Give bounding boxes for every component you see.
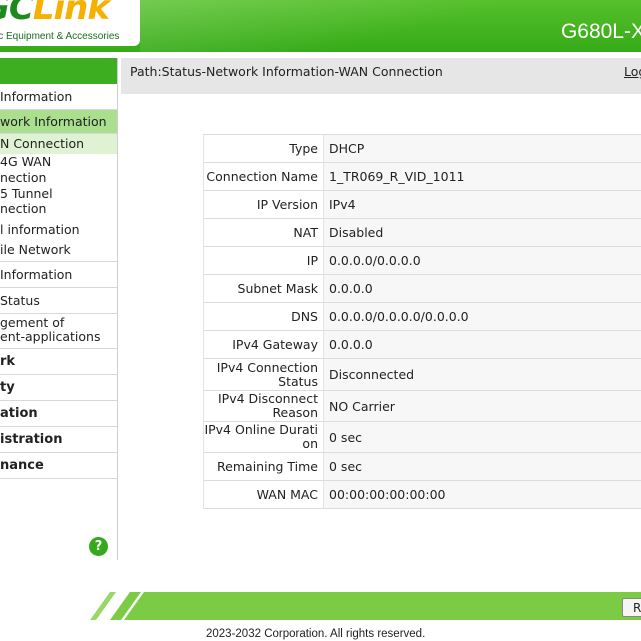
table-row: IPv4 Connection Status Disconnected (203, 358, 641, 391)
row-value-ipv4-gateway: 0.0.0.0 (323, 330, 641, 359)
row-key-ipv4-connection-status: IPv4 Connection Status (203, 358, 324, 391)
logout-link[interactable]: Log (624, 64, 641, 79)
row-value-remaining-time: 0 sec (323, 452, 641, 481)
row-value-connection-name: 1_TR069_R_VID_1011 (323, 162, 641, 191)
copyright-text: 2023-2032 Corporation. All rights reserv… (206, 628, 426, 640)
sidebar-item-management-line2[interactable]: ent-applications (0, 330, 117, 349)
brand-logo-text: GCLink (0, 0, 110, 28)
refresh-button[interactable]: R (622, 598, 641, 617)
table-row: Subnet Mask 0.0.0.0 (203, 274, 641, 303)
sidebar-item-4g-wan-connection-line1[interactable]: 4G WAN (0, 154, 117, 170)
sidebar-item-pon-information[interactable]: l information (0, 219, 117, 240)
sidebar-item-administration[interactable]: istration (0, 427, 117, 453)
sidebar-item-application[interactable]: ation (0, 401, 117, 427)
row-value-ipv4-online-duration: 0 sec (323, 421, 641, 453)
row-value-ipv4-disconnect-reason: NO Carrier (323, 390, 641, 422)
table-row: WAN MAC 00:00:00:00:00:00 (203, 480, 641, 509)
sidebar-menu: Information work Information N Connectio… (0, 58, 118, 560)
table-row: IP Version IPv4 (203, 190, 641, 219)
row-value-type: DHCP (323, 134, 641, 163)
table-row: IPv4 Disconnect Reason NO Carrier (203, 390, 641, 422)
wan-connection-table: Type DHCP Connection Name 1_TR069_R_VID_10… (203, 134, 641, 509)
row-key-remaining-time: Remaining Time (203, 452, 324, 481)
table-row: Connection Name 1_TR069_R_VID_1011 (203, 162, 641, 191)
sidebar-item-tunnel-connection-line1[interactable]: 5 Tunnel (0, 186, 117, 201)
sidebar-item-4g-wan-connection-line2[interactable]: nection (0, 170, 117, 186)
table-row: IP 0.0.0.0/0.0.0.0 (203, 246, 641, 275)
table-row: DNS 0.0.0.0/0.0.0.0/0.0.0.0 (203, 302, 641, 331)
brand-logo: GCLink ic Equipment & Accessories (0, 0, 140, 46)
device-model: G680L-X (560, 20, 641, 43)
sidebar-item-network-information[interactable]: work Information (0, 110, 117, 134)
row-key-wan-mac: WAN MAC (203, 480, 324, 509)
row-value-subnet-mask: 0.0.0.0 (323, 274, 641, 303)
help-icon[interactable]: ? (89, 537, 108, 556)
row-key-connection-name: Connection Name (203, 162, 324, 191)
sidebar-item-maintenance[interactable]: nance (0, 453, 117, 479)
row-value-ip: 0.0.0.0/0.0.0.0 (323, 246, 641, 275)
row-key-nat: NAT (203, 218, 324, 247)
header-banner: GCLink ic Equipment & Accessories G680L-… (0, 0, 641, 52)
sidebar-item-voip-status[interactable]: Status (0, 288, 117, 314)
row-value-ip-version: IPv4 (323, 190, 641, 219)
row-value-wan-mac: 00:00:00:00:00:00 (323, 480, 641, 509)
brand-tagline: ic Equipment & Accessories (0, 31, 120, 42)
footer-stripes (90, 592, 641, 620)
sidebar-header-status[interactable] (0, 58, 117, 84)
table-row: IPv4 Online Duration 0 sec (203, 421, 641, 453)
path-bar: Path:Status-Network Information-WAN Conn… (121, 58, 641, 94)
breadcrumb: Path:Status-Network Information-WAN Conn… (130, 64, 443, 79)
row-key-type: Type (203, 134, 324, 163)
sidebar-item-tunnel-connection-line2[interactable]: nection (0, 201, 117, 219)
table-row: NAT Disabled (203, 218, 641, 247)
footer-bar (0, 592, 641, 620)
sidebar-item-wan-connection[interactable]: N Connection (0, 134, 117, 154)
sidebar-item-device-information[interactable]: Information (0, 84, 117, 110)
row-value-nat: Disabled (323, 218, 641, 247)
sidebar-item-management-line1[interactable]: gement of (0, 314, 117, 330)
sidebar-item-mobile-network[interactable]: ile Network (0, 240, 117, 262)
row-value-ipv4-connection-status: Disconnected (323, 358, 641, 391)
row-key-ipv4-disconnect-reason: IPv4 Disconnect Reason (203, 390, 324, 422)
sidebar-item-user-information[interactable]: Information (0, 262, 117, 288)
table-row: IPv4 Gateway 0.0.0.0 (203, 330, 641, 359)
row-key-subnet-mask: Subnet Mask (203, 274, 324, 303)
row-key-ip-version: IP Version (203, 190, 324, 219)
table-row: Type DHCP (203, 134, 641, 163)
row-key-ipv4-gateway: IPv4 Gateway (203, 330, 324, 359)
row-key-ipv4-online-duration: IPv4 Online Duration (203, 421, 324, 453)
row-value-dns: 0.0.0.0/0.0.0.0/0.0.0.0 (323, 302, 641, 331)
row-key-ip: IP (203, 246, 324, 275)
sidebar-item-network[interactable]: rk (0, 349, 117, 375)
row-key-dns: DNS (203, 302, 324, 331)
sidebar-item-security[interactable]: ty (0, 375, 117, 401)
table-row: Remaining Time 0 sec (203, 452, 641, 481)
